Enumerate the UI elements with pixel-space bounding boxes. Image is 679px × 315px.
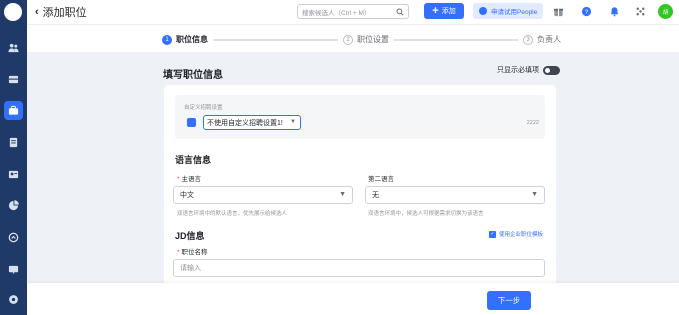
language-section-title: 语言信息 — [175, 155, 212, 165]
growth-nav-icon[interactable] — [4, 228, 23, 247]
secondary-language-hint: 双语言环境中，候选人可根据需求切换为该语言 — [368, 211, 484, 217]
step-1: 1 职位信息 — [162, 34, 208, 45]
primary-language-label-text: 主语言 — [181, 176, 202, 183]
job-name-label: * 职位名称 — [177, 249, 208, 256]
people-nav-icon[interactable] — [4, 38, 23, 57]
help-icon[interactable]: ? — [580, 5, 592, 17]
next-step-button[interactable]: 下一步 — [487, 291, 531, 310]
step-number: 1 — [162, 34, 172, 45]
step-label: 负责人 — [537, 35, 561, 44]
jd-section-title: JD信息 — [175, 231, 205, 241]
action-footer: 下一步 — [27, 283, 679, 315]
custom-setting-count: 2222 — [526, 120, 539, 126]
add-button-label: 添加 — [441, 8, 456, 15]
form-title: 填写职位信息 — [163, 70, 223, 81]
left-nav-rail — [0, 0, 27, 315]
org-avatar[interactable] — [4, 3, 22, 21]
step-number: 3 — [523, 34, 533, 45]
primary-language-hint: 双语言环境中的默认语言，优先展示给候选人 — [177, 211, 288, 217]
primary-language-value: 中文 — [180, 192, 194, 199]
secondary-language-label: 第二语言 — [368, 176, 394, 183]
use-template-checkbox[interactable]: ✓ 使用企业职位模板 — [489, 230, 543, 238]
settings-nav-icon[interactable] — [4, 290, 23, 309]
custom-setting-value: 不使用自定义招聘设置1! — [207, 119, 283, 127]
secondary-language-value: 无 — [372, 192, 379, 199]
chevron-down-icon: ▼ — [339, 191, 346, 198]
back-button[interactable]: ‹ 添加职位 — [35, 4, 87, 20]
chevron-down-icon: ▼ — [531, 191, 538, 198]
step-2: 2 职位设置 — [343, 34, 389, 45]
analytics-nav-icon[interactable] — [4, 196, 23, 215]
step-label: 职位设置 — [357, 35, 389, 44]
secondary-language-select[interactable]: 无 ▼ — [365, 186, 545, 204]
job-name-input[interactable]: 请输入 — [173, 259, 545, 277]
job-name-placeholder: 请输入 — [180, 265, 201, 272]
custom-recruit-setting: 自定义招聘设置 不使用自定义招聘设置1! ▼ 2222 — [175, 95, 545, 139]
person-icon — [479, 7, 487, 15]
chevron-down-icon: ▼ — [290, 119, 296, 125]
add-button[interactable]: + 添加 — [424, 3, 464, 19]
step-3: 3 负责人 — [523, 34, 561, 45]
apps-icon[interactable] — [634, 5, 646, 17]
top-bar: ‹ 添加职位 搜索候选人（Ctrl + M） + 添加 申请试用People ?… — [27, 0, 679, 24]
job-name-label-text: 职位名称 — [181, 249, 208, 256]
document-nav-icon[interactable] — [4, 133, 23, 152]
page-title: 添加职位 — [42, 7, 87, 19]
message-nav-icon[interactable] — [4, 260, 23, 279]
user-avatar[interactable]: 胡 — [658, 4, 673, 19]
custom-setting-label: 自定义招聘设置 — [184, 105, 223, 111]
form-card: 自定义招聘设置 不使用自定义招聘设置1! ▼ 2222 语言信息 * 主语言 中文… — [164, 85, 556, 315]
bell-icon[interactable] — [608, 5, 620, 17]
jobs-nav-icon[interactable] — [4, 101, 23, 120]
chevron-left-icon: ‹ — [35, 6, 39, 18]
inbox-nav-icon[interactable] — [4, 70, 23, 89]
check-icon: ✓ — [489, 230, 496, 238]
search-icon — [396, 8, 404, 16]
primary-language-select[interactable]: 中文 ▼ — [173, 186, 353, 204]
step-indicator: 1 职位信息 2 职位设置 3 负责人 — [27, 24, 679, 52]
gift-icon[interactable] — [552, 5, 564, 17]
use-template-label: 使用企业职位模板 — [499, 232, 544, 238]
apply-trial-label: 申请试用People — [491, 9, 538, 16]
step-number: 2 — [343, 34, 353, 45]
primary-language-label: * 主语言 — [177, 176, 202, 183]
talent-nav-icon[interactable] — [4, 165, 23, 184]
setting-icon — [187, 118, 196, 127]
step-connector — [394, 39, 518, 41]
step-connector — [213, 39, 338, 41]
step-label: 职位信息 — [176, 35, 208, 44]
plus-icon: + — [432, 5, 439, 17]
custom-setting-select[interactable]: 不使用自定义招聘设置1! ▼ — [203, 115, 301, 130]
required-only-toggle-row: 只显示必填项 — [497, 65, 560, 75]
required-only-label: 只显示必填项 — [497, 67, 539, 74]
svg-text:?: ? — [584, 8, 588, 15]
search-input[interactable]: 搜索候选人（Ctrl + M） — [297, 4, 409, 19]
apply-trial-button[interactable]: 申请试用People — [473, 3, 543, 19]
search-placeholder: 搜索候选人（Ctrl + M） — [302, 9, 371, 17]
required-only-toggle[interactable] — [543, 65, 560, 75]
